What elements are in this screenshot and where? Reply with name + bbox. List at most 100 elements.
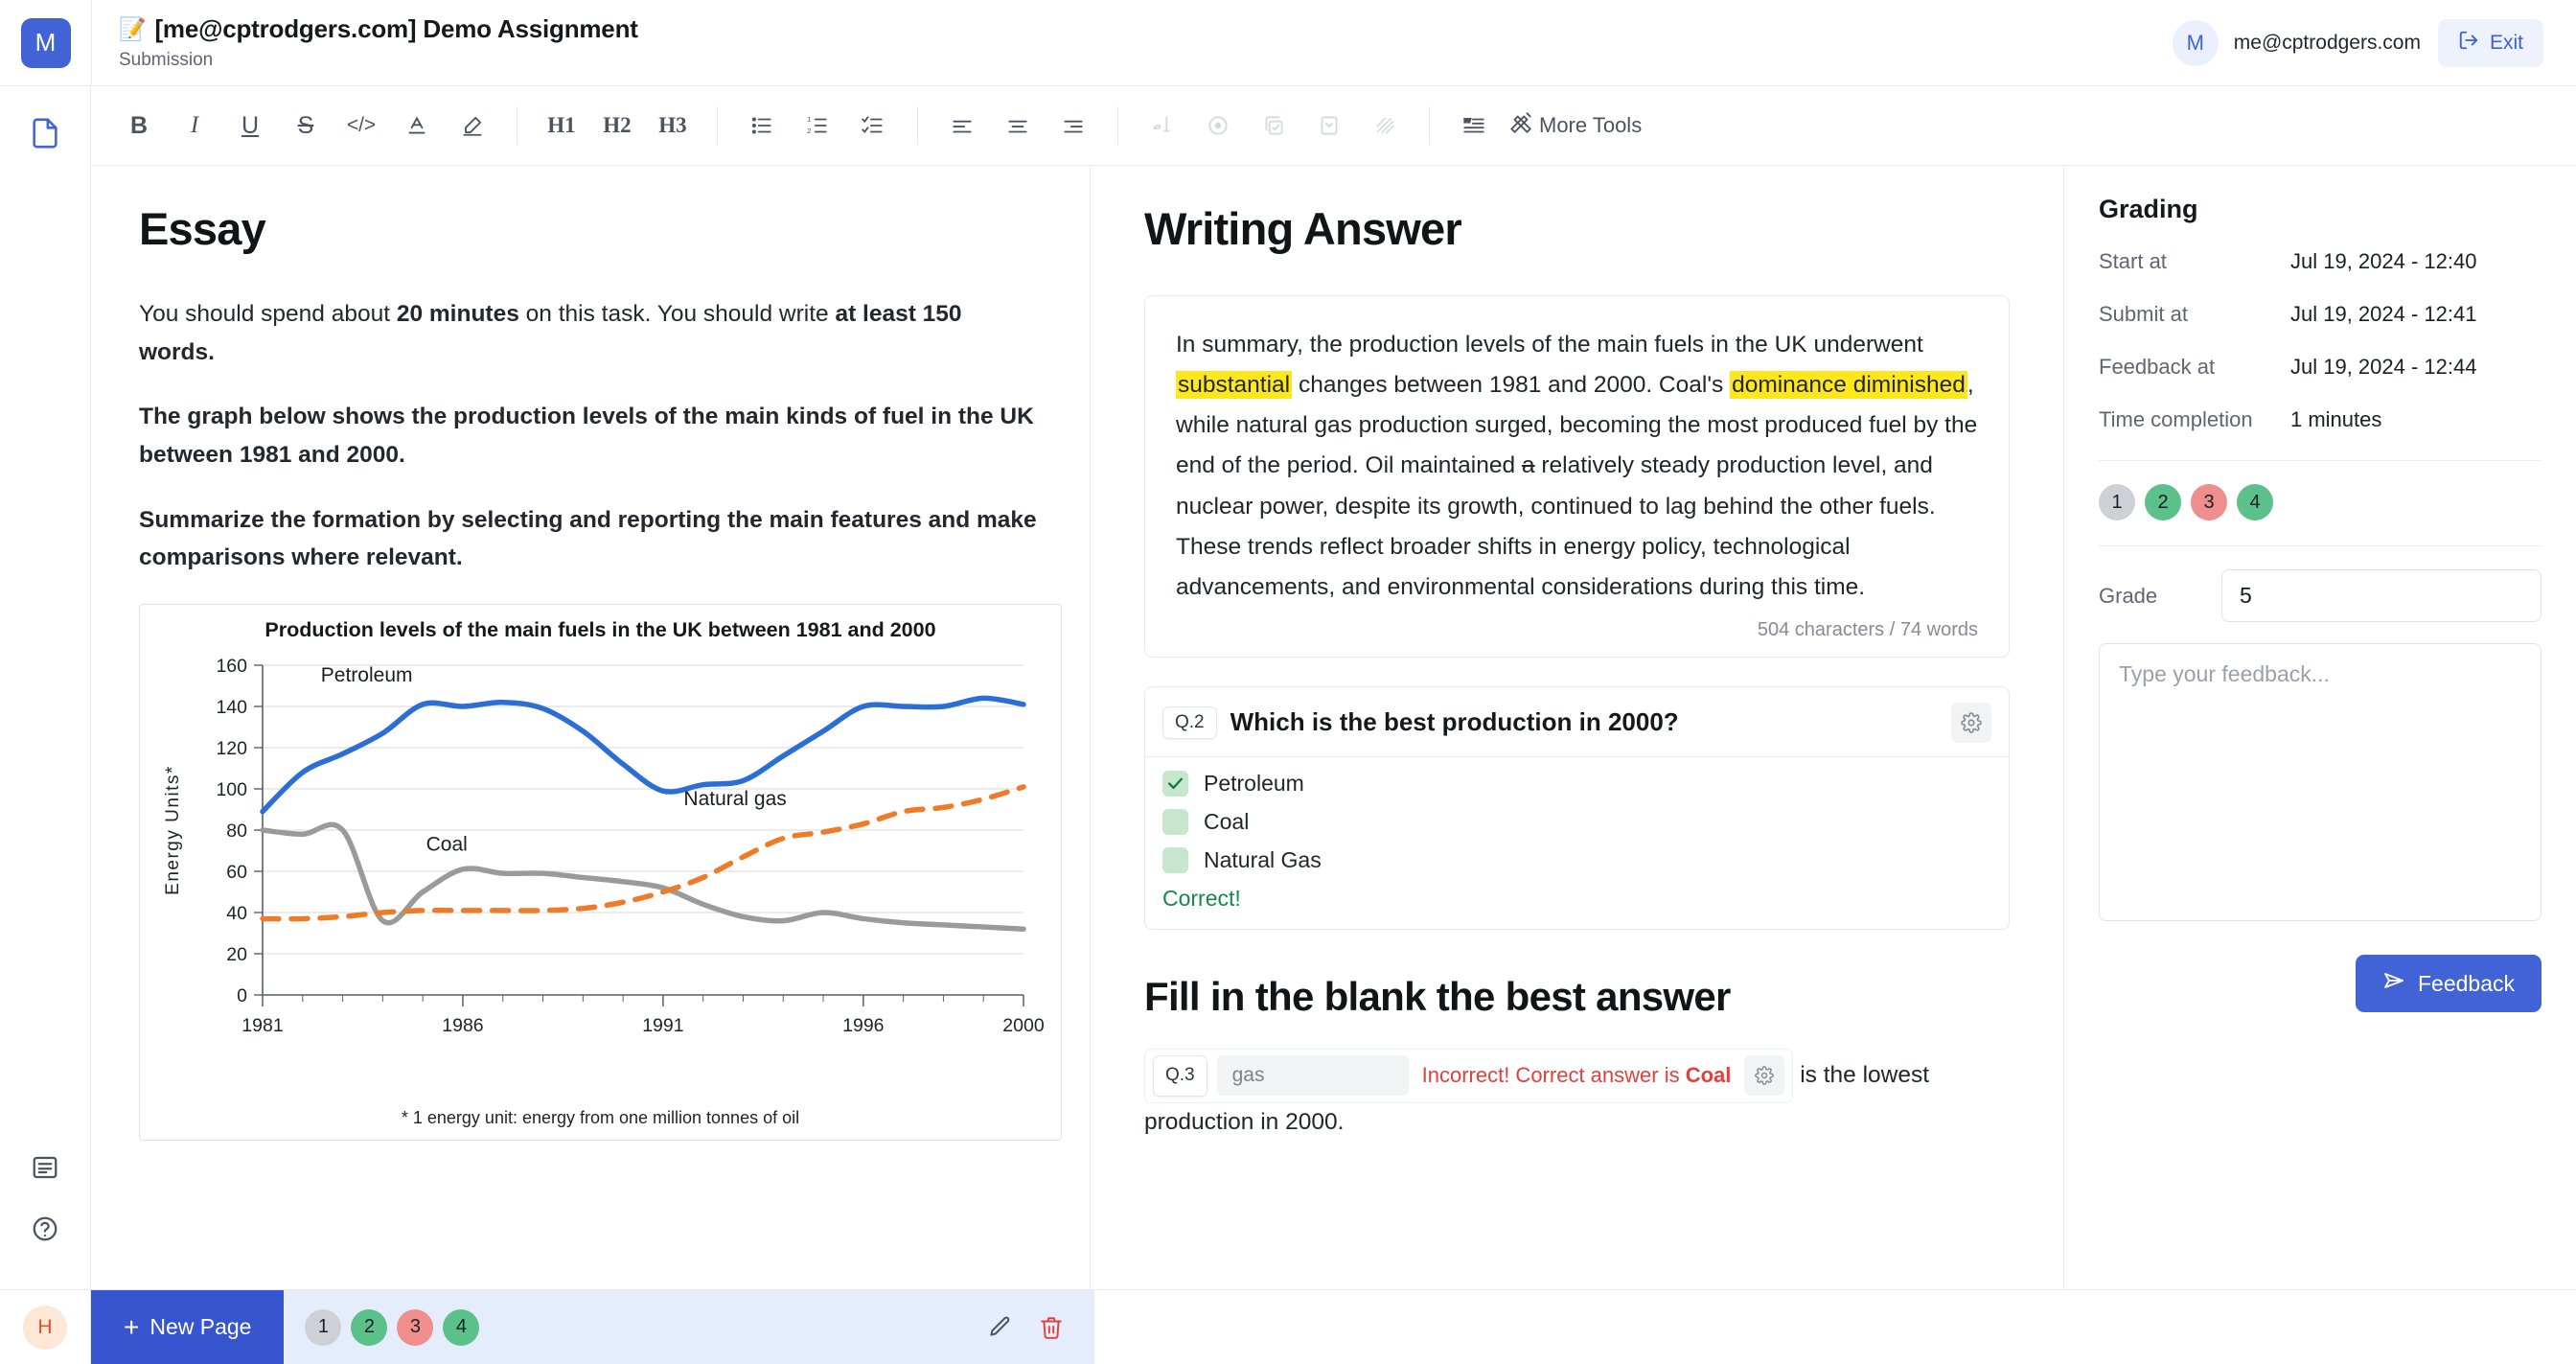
tools-icon	[1508, 110, 1533, 141]
send-feedback-button[interactable]: Feedback	[2355, 955, 2542, 1012]
highlighted-text: dominance diminished	[1730, 371, 1967, 400]
page-subtitle: Submission	[119, 50, 214, 70]
grading-row-key: Start at	[2099, 249, 2167, 273]
grading-rows: Start at Jul 19, 2024 - 12:40 Submit at Jul…	[2099, 249, 2542, 432]
grading-page-badge[interactable]: 1	[2099, 484, 2135, 520]
question-settings-button[interactable]	[1951, 702, 1991, 743]
highlighted-text: substantial	[1176, 371, 1293, 400]
grading-divider	[2099, 460, 2542, 461]
plus-icon: +	[124, 1311, 140, 1342]
avatar: M	[2172, 19, 2219, 66]
page-title-text: [me@cptrodgers.com] Demo Assignment	[154, 14, 638, 43]
edit-page-icon[interactable]	[978, 1306, 1021, 1349]
send-feedback-label: Feedback	[2417, 970, 2515, 996]
heading2-button[interactable]: H2	[590, 101, 644, 150]
bullet-list-button[interactable]	[735, 101, 789, 150]
grading-row-value: Jul 19, 2024 - 12:44	[2290, 355, 2477, 379]
bold-button[interactable]: B	[112, 101, 166, 150]
code-button[interactable]: </>	[334, 101, 388, 150]
essay-run: on this task. You should write	[518, 301, 836, 327]
svg-text:2000: 2000	[1002, 1015, 1045, 1036]
grading-row-value: Jul 19, 2024 - 12:41	[2290, 302, 2477, 326]
struck-text: a	[1521, 452, 1535, 479]
question-header: Q.2 Which is the best production in 2000…	[1145, 687, 2009, 757]
svg-text:80: 80	[226, 821, 247, 842]
align-left-button[interactable]	[935, 101, 989, 150]
svg-text:40: 40	[226, 903, 247, 924]
fill-blank-settings-button[interactable]	[1744, 1055, 1785, 1097]
grade-input[interactable]	[2221, 569, 2542, 622]
grading-page-badge[interactable]: 2	[2145, 484, 2181, 520]
grading-divider-2	[2099, 545, 2542, 546]
grading-page-badge[interactable]: 3	[2191, 484, 2227, 520]
grading-row: Feedback at Jul 19, 2024 - 12:44	[2099, 355, 2542, 380]
numbered-list-button[interactable]: 12	[791, 101, 844, 150]
fill-blank-input[interactable]	[1216, 1055, 1409, 1097]
left-rail	[0, 86, 91, 1289]
heading1-button[interactable]: H1	[535, 101, 588, 150]
page-title: 📝 [me@cptrodgers.com] Demo Assignment	[119, 14, 2173, 44]
page-badge[interactable]: 3	[397, 1308, 434, 1346]
question-option[interactable]: Natural Gas	[1162, 846, 1991, 873]
grading-row-value: Jul 19, 2024 - 12:40	[2290, 249, 2477, 273]
essay-run: You should spend about	[139, 301, 397, 327]
grading-row: Time completion 1 minutes	[2099, 407, 2542, 432]
question-card-q2: Q.2 Which is the best production in 2000…	[1144, 685, 2010, 930]
blank-question-icon	[1358, 101, 1412, 150]
bottom-bar: H + New Page 1234	[0, 1289, 2576, 1364]
svg-text:1996: 1996	[842, 1015, 884, 1036]
question-verdict: Correct!	[1162, 885, 1241, 911]
editor-toolbar: B I U S </> H1 H2 H3 1 2 More Tools	[91, 86, 2576, 166]
heading3-button[interactable]: H3	[646, 101, 700, 150]
fill-blank-message-prefix: Incorrect! Correct answer is	[1421, 1063, 1686, 1088]
checklist-button[interactable]	[846, 101, 900, 150]
highlighter-button[interactable]	[446, 101, 499, 150]
feedback-textarea[interactable]	[2099, 643, 2542, 921]
page-strip: 1234	[284, 1290, 1094, 1364]
svg-text:60: 60	[226, 862, 247, 883]
grading-row-value: 1 minutes	[2290, 407, 2382, 431]
more-tools-button[interactable]: More Tools	[1503, 110, 1651, 141]
quote-button[interactable]	[1447, 101, 1501, 150]
app-logo[interactable]: M	[20, 17, 71, 68]
chart-svg: 0 20 40 60 80 100 120 140 160 1981 1986 1991 1996 200…	[163, 656, 1045, 1036]
exit-button[interactable]: Exit	[2437, 18, 2543, 67]
page-badge[interactable]: 2	[351, 1308, 388, 1346]
question-option[interactable]: Petroleum	[1162, 770, 1991, 797]
toolbar-divider	[717, 106, 718, 145]
answer-pane: Writing Answer In summary, the productio…	[1091, 166, 2063, 1289]
app-header: M 📝 [me@cptrodgers.com] Demo Assignment …	[0, 0, 2576, 86]
grading-page-badge[interactable]: 4	[2237, 484, 2273, 520]
new-page-button[interactable]: + New Page	[91, 1290, 285, 1364]
page-badge[interactable]: 4	[443, 1308, 480, 1346]
strikethrough-button[interactable]: S	[279, 101, 333, 150]
user-chip[interactable]: M me@cptrodgers.com	[2172, 19, 2421, 66]
header-title-wrap: 📝 [me@cptrodgers.com] Demo Assignment Su…	[91, 0, 2173, 85]
document-icon[interactable]	[19, 107, 71, 159]
align-center-button[interactable]	[991, 101, 1045, 150]
fill-blank-tag: Q.3	[1153, 1054, 1208, 1097]
page-badge[interactable]: 1	[305, 1308, 342, 1346]
toolbar-divider	[917, 106, 918, 145]
text-color-button[interactable]	[390, 101, 444, 150]
checkbox-checked-icon[interactable]	[1162, 770, 1188, 797]
writing-answer-box[interactable]: In summary, the production levels of the…	[1144, 295, 2010, 658]
grading-row-key: Submit at	[2099, 302, 2188, 326]
notes-icon[interactable]	[19, 1142, 71, 1193]
fill-blank-line: Q.3 Incorrect! Correct answer is Coal is…	[1144, 1048, 2010, 1141]
help-icon[interactable]	[19, 1203, 71, 1255]
align-right-button[interactable]	[1046, 101, 1100, 150]
essay-bold-run: The graph below shows the production lev…	[139, 404, 1034, 469]
essay-bold-run: Summarize the formation by selecting and…	[139, 506, 1037, 571]
chart-title: Production levels of the main fuels in t…	[264, 618, 936, 642]
delete-page-icon[interactable]	[1030, 1306, 1072, 1349]
checkbox-icon[interactable]	[1162, 846, 1188, 873]
bottom-bar-rest	[1093, 1290, 2576, 1364]
question-option[interactable]: Coal	[1162, 808, 1991, 835]
more-tools-label: More Tools	[1539, 113, 1643, 137]
user-avatar-bottom[interactable]: H	[23, 1305, 67, 1350]
italic-button[interactable]: I	[168, 101, 221, 150]
checkbox-icon[interactable]	[1162, 808, 1188, 835]
underline-button[interactable]: U	[223, 101, 277, 150]
logo-cell: M	[0, 0, 91, 85]
